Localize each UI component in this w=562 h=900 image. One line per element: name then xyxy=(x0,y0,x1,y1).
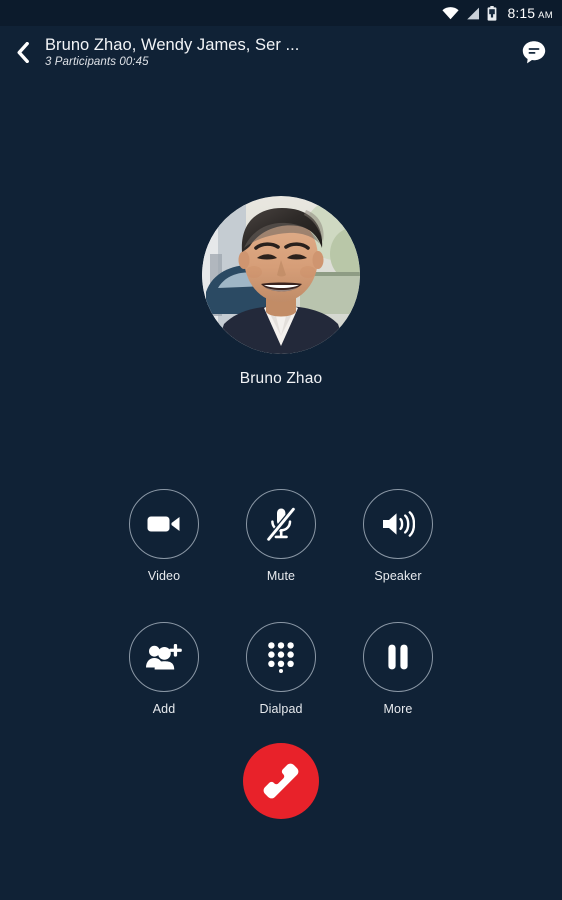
active-caller-block: Bruno Zhao xyxy=(0,196,562,388)
page-title: Bruno Zhao, Wendy James, Ser ... xyxy=(45,35,300,54)
call-toolbar: Bruno Zhao, Wendy James, Ser ... 3 Parti… xyxy=(0,26,562,78)
call-controls: Video Mute Speaker Add Dialpad More xyxy=(0,489,562,716)
more-button-label: More xyxy=(383,702,413,716)
mute-button-circle xyxy=(246,489,316,559)
cellular-signal-icon xyxy=(466,7,480,20)
call-status-subtitle: 3 Participants 00:45 xyxy=(45,55,149,68)
dialpad-button-circle xyxy=(246,622,316,692)
end-call-handset-icon xyxy=(260,760,302,802)
dialpad-button-label: Dialpad xyxy=(259,702,303,716)
dialpad-button[interactable]: Dialpad xyxy=(246,622,316,716)
back-button[interactable] xyxy=(0,26,44,78)
clock-time: 8:15 xyxy=(507,5,536,21)
mute-button[interactable]: Mute xyxy=(246,489,316,583)
video-button[interactable]: Video xyxy=(129,489,199,583)
mute-button-label: Mute xyxy=(266,569,296,583)
chat-bubble-icon xyxy=(521,39,547,65)
call-controls-row-2: Add Dialpad More xyxy=(129,622,433,716)
video-button-label: Video xyxy=(147,569,181,583)
wifi-icon xyxy=(442,6,460,20)
clock-ampm: AM xyxy=(538,10,553,21)
add-button[interactable]: Add xyxy=(129,622,199,716)
more-button[interactable]: More xyxy=(363,622,433,716)
video-button-circle xyxy=(129,489,199,559)
caller-name: Bruno Zhao xyxy=(239,370,323,387)
end-call-button[interactable] xyxy=(243,743,319,819)
status-bar-clock: 8:15 AM xyxy=(507,5,553,21)
toolbar-title-block: Bruno Zhao, Wendy James, Ser ... 3 Parti… xyxy=(44,35,506,70)
avatar xyxy=(202,196,360,354)
video-camera-icon xyxy=(147,512,181,536)
speaker-icon xyxy=(381,510,415,538)
status-bar-icons: 8:15 AM xyxy=(442,5,553,21)
chat-button[interactable] xyxy=(506,26,562,78)
speaker-button[interactable]: Speaker xyxy=(363,489,433,583)
speaker-button-label: Speaker xyxy=(374,569,422,583)
microphone-muted-icon xyxy=(266,507,296,541)
status-bar: 8:15 AM xyxy=(0,0,562,26)
more-button-circle xyxy=(363,622,433,692)
dialpad-icon xyxy=(267,641,295,673)
battery-icon xyxy=(487,5,497,21)
chevron-left-icon xyxy=(16,41,29,63)
pause-icon xyxy=(387,644,409,670)
add-button-circle xyxy=(129,622,199,692)
add-person-icon xyxy=(146,643,182,671)
call-controls-row-1: Video Mute Speaker xyxy=(129,489,433,583)
speaker-button-circle xyxy=(363,489,433,559)
end-call-area xyxy=(0,743,562,819)
add-button-label: Add xyxy=(152,702,176,716)
